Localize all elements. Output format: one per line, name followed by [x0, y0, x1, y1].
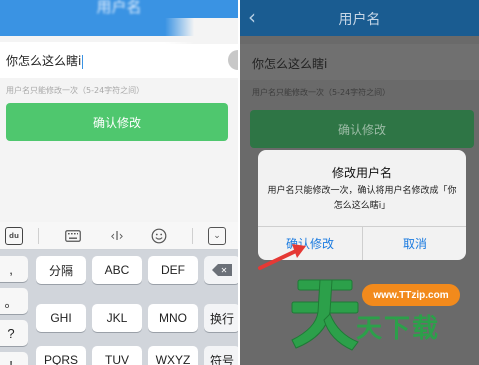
watermark-text: 天下载 [356, 314, 441, 344]
page-title: 用户名 [96, 0, 142, 16]
enter-key[interactable]: 换行 [204, 304, 238, 332]
username-hint: 用户名只能修改一次（5-24字符之间） [252, 88, 391, 97]
toolbar-separator [38, 228, 39, 244]
username-hint: 用户名只能修改一次（5-24字符之间） [6, 86, 145, 95]
keyboard-toolbar: du ‹I› ⌄ [0, 222, 238, 250]
username-input-value: 你怎么这么瞎i [252, 57, 328, 71]
key-jkl[interactable]: JKL [92, 304, 142, 332]
username-input[interactable]: 你怎么这么瞎i [240, 44, 479, 80]
dialog-cancel-button[interactable]: 取消 [363, 226, 466, 260]
watermark-logo-icon [291, 279, 359, 351]
key-tuv[interactable]: TUV [92, 346, 142, 365]
delete-key[interactable]: ✕ [204, 256, 238, 284]
key-ghi[interactable]: GHI [36, 304, 86, 332]
blur-overlay [165, 18, 238, 44]
clear-input-icon[interactable] [228, 50, 238, 70]
username-input-value: 你怎么这么瞎i [6, 54, 84, 69]
page-title: 用户名 [338, 12, 381, 28]
dialog-title: 修改用户名 [331, 166, 392, 180]
text-cursor [82, 54, 84, 69]
left-screenshot-panel: 用户名 你怎么这么瞎i 用户名只能修改一次（5-24字符之间） 确认修改 du … [0, 0, 238, 365]
watermark-url: www.TTzip.com [362, 284, 460, 306]
punctuation-key[interactable]: , [0, 256, 28, 282]
punctuation-key[interactable]: ? [0, 320, 28, 346]
cursor-move-icon[interactable]: ‹I› [106, 227, 128, 245]
punctuation-key[interactable]: 。 [0, 288, 28, 314]
keyboard: du ‹I› ⌄ , 。 ? ! 分隔 ABC DEF ✕ GHI JKL MN… [0, 222, 238, 365]
dialog-message: 用户名只能修改一次，确认将用户名修改成「你怎么这么瞎i」 [267, 186, 457, 211]
key-fenge[interactable]: 分隔 [36, 256, 86, 284]
navigation-bar: ‹ 用户名 [240, 0, 479, 36]
dialog-confirm-button[interactable]: 确认修改 [258, 226, 362, 260]
key-wxyz[interactable]: WXYZ [148, 346, 198, 365]
hide-keyboard-icon[interactable]: ⌄ [208, 227, 226, 245]
symbol-key[interactable]: 符号 [204, 346, 238, 365]
key-def[interactable]: DEF [148, 256, 198, 284]
right-screenshot-panel: ‹ 用户名 你怎么这么瞎i 用户名只能修改一次（5-24字符之间） 确认修改 修… [240, 0, 479, 365]
punctuation-key[interactable]: ! [0, 352, 28, 365]
key-abc[interactable]: ABC [92, 256, 142, 284]
keyboard-switch-icon[interactable] [64, 227, 82, 245]
username-input[interactable]: 你怎么这么瞎i [0, 42, 238, 78]
confirm-dialog: 修改用户名 用户名只能修改一次，确认将用户名修改成「你怎么这么瞎i」 确认修改 … [258, 150, 466, 260]
backspace-icon: ✕ [212, 264, 232, 276]
key-pqrs[interactable]: PQRS [36, 346, 86, 365]
toolbar-separator [192, 228, 193, 244]
confirm-change-button[interactable]: 确认修改 [250, 110, 474, 148]
emoji-icon[interactable] [150, 227, 168, 245]
baidu-input-logo-icon[interactable]: du [5, 227, 23, 245]
key-mno[interactable]: MNO [148, 304, 198, 332]
confirm-change-button[interactable]: 确认修改 [6, 103, 228, 141]
